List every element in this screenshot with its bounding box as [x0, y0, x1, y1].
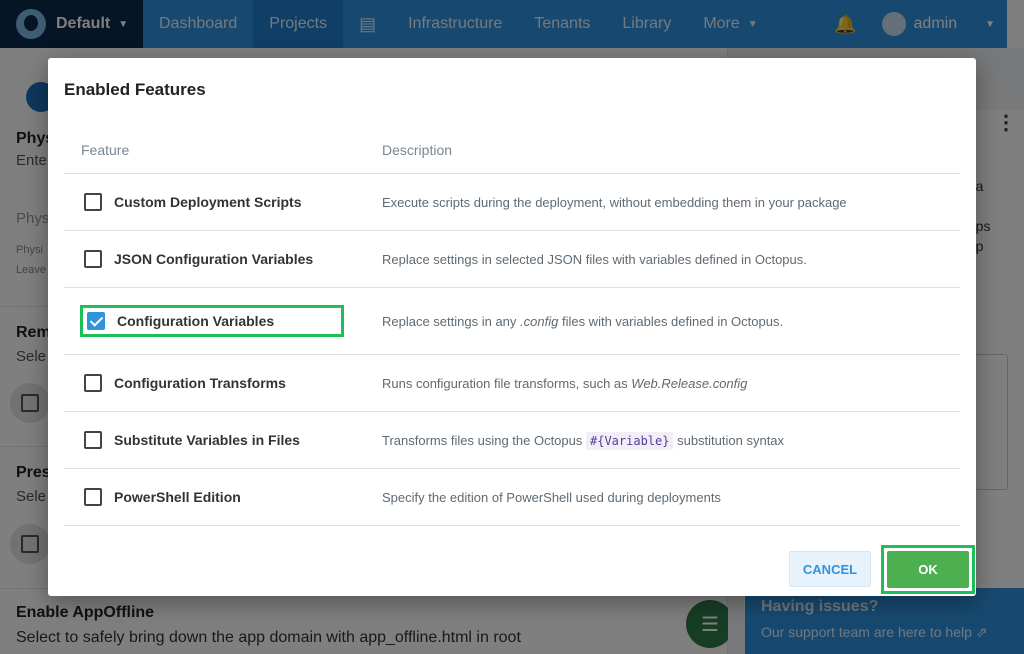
feature-description: Replace settings in any .config files wi…	[382, 313, 784, 329]
table-row: PowerShell Edition Specify the edition o…	[64, 469, 960, 526]
feature-label: Configuration Transforms	[114, 375, 286, 391]
table-row: JSON Configuration Variables Replace set…	[64, 231, 960, 288]
checkbox-checked[interactable]	[87, 312, 105, 330]
checkbox[interactable]	[84, 374, 102, 392]
checkbox[interactable]	[84, 431, 102, 449]
enabled-features-dialog: Enabled Features Feature Description Cus…	[48, 58, 976, 596]
highlighted-feature[interactable]: Configuration Variables	[80, 305, 344, 337]
feature-label: PowerShell Edition	[114, 489, 241, 505]
feature-description: Runs configuration file transforms, such…	[382, 375, 748, 391]
feature-label: Substitute Variables in Files	[114, 432, 300, 448]
feature-label: JSON Configuration Variables	[114, 251, 314, 267]
feature-description: Execute scripts during the deployment, w…	[382, 194, 847, 210]
features-table: Feature Description Custom Deployment Sc…	[64, 126, 960, 526]
feature-description: Replace settings in selected JSON files …	[382, 251, 807, 267]
feature-label: Custom Deployment Scripts	[114, 194, 302, 210]
feature-checkbox-row[interactable]: Custom Deployment Scripts	[64, 193, 382, 211]
code-snippet: #{Variable}	[586, 431, 674, 450]
dialog-title: Enabled Features	[64, 80, 206, 99]
feature-checkbox-row[interactable]: Substitute Variables in Files	[64, 431, 382, 449]
table-header: Feature Description	[64, 126, 960, 174]
checkbox[interactable]	[84, 488, 102, 506]
table-row: Custom Deployment Scripts Execute script…	[64, 174, 960, 231]
checkbox[interactable]	[84, 250, 102, 268]
feature-description: Specify the edition of PowerShell used d…	[382, 489, 721, 505]
checkbox[interactable]	[84, 193, 102, 211]
column-header-description: Description	[382, 141, 453, 158]
cancel-button[interactable]: CANCEL	[789, 551, 871, 587]
feature-description: Transforms files using the Octopus #{Var…	[382, 431, 785, 450]
table-row: Configuration Transforms Runs configurat…	[64, 355, 960, 412]
table-row: Configuration Variables Replace settings…	[64, 288, 960, 355]
table-row: Substitute Variables in Files Transforms…	[64, 412, 960, 469]
feature-checkbox-row[interactable]: PowerShell Edition	[64, 488, 382, 506]
feature-label: Configuration Variables	[117, 313, 275, 329]
column-header-feature: Feature	[81, 141, 130, 158]
ok-button-highlight: OK	[881, 545, 975, 594]
feature-checkbox-row[interactable]: Configuration Transforms	[64, 374, 382, 392]
feature-checkbox-row[interactable]: JSON Configuration Variables	[64, 250, 382, 268]
ok-button[interactable]: OK	[887, 551, 969, 588]
